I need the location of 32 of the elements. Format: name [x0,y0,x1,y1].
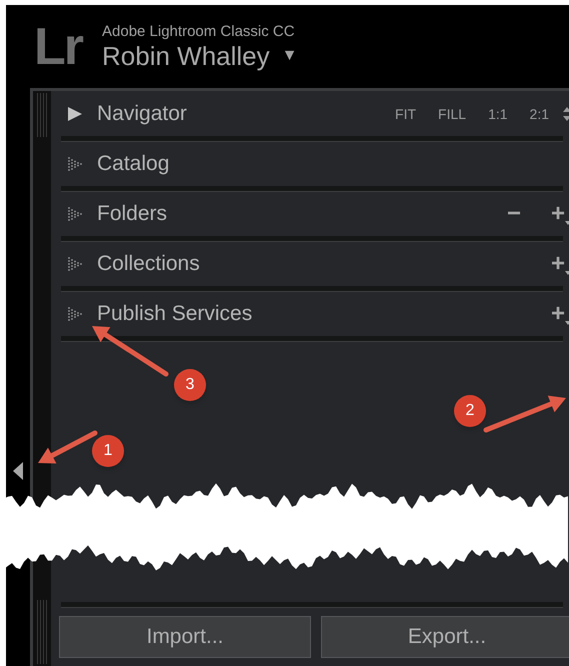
product-name: Adobe Lightroom Classic CC [102,22,296,40]
expand-triangle-icon[interactable] [67,106,83,122]
panel-title: Publish Services [97,301,252,328]
expand-triangle-icon[interactable] [67,256,83,272]
zoom-option[interactable]: 1:1 [488,104,508,124]
identity-menu-arrow[interactable]: ▼ [282,44,298,68]
panel-action[interactable]: + [550,302,569,326]
expand-triangle-icon[interactable] [67,156,83,172]
panel-header[interactable]: Navigator FIT FILL 1:1 2:1 [51,92,569,136]
expand-triangle-icon[interactable] [67,306,83,322]
zoom-option[interactable]: FIT [395,104,416,124]
app-logo: Lr [34,20,82,72]
panel-button[interactable]: Import... [59,616,311,658]
panel-title: Navigator [97,101,187,128]
expand-triangle-icon[interactable] [67,206,83,222]
panel-title: Folders [97,201,168,228]
panel-header[interactable]: Catalog [51,142,569,186]
user-name: Robin Whalley [102,40,270,70]
panel-action[interactable]: + [550,252,569,276]
panel-action[interactable]: + [550,202,569,226]
zoom-option[interactable]: 2:1 [530,104,549,124]
panel-title: Catalog [97,151,170,178]
zoom-option[interactable]: FILL [438,104,466,124]
panel-title: Collections [97,251,200,278]
up-down-chevron-icon[interactable] [563,106,569,122]
collapse-panel-icon[interactable] [13,462,23,480]
annotation-arrow [38,430,98,464]
panel-action[interactable]: − [506,202,527,226]
panel-header[interactable]: Collections + [51,242,569,286]
panel-header[interactable]: Publish Services + [51,292,569,336]
panel-header[interactable]: Folders − + [51,192,569,236]
panel-button[interactable]: Export... [321,616,569,658]
